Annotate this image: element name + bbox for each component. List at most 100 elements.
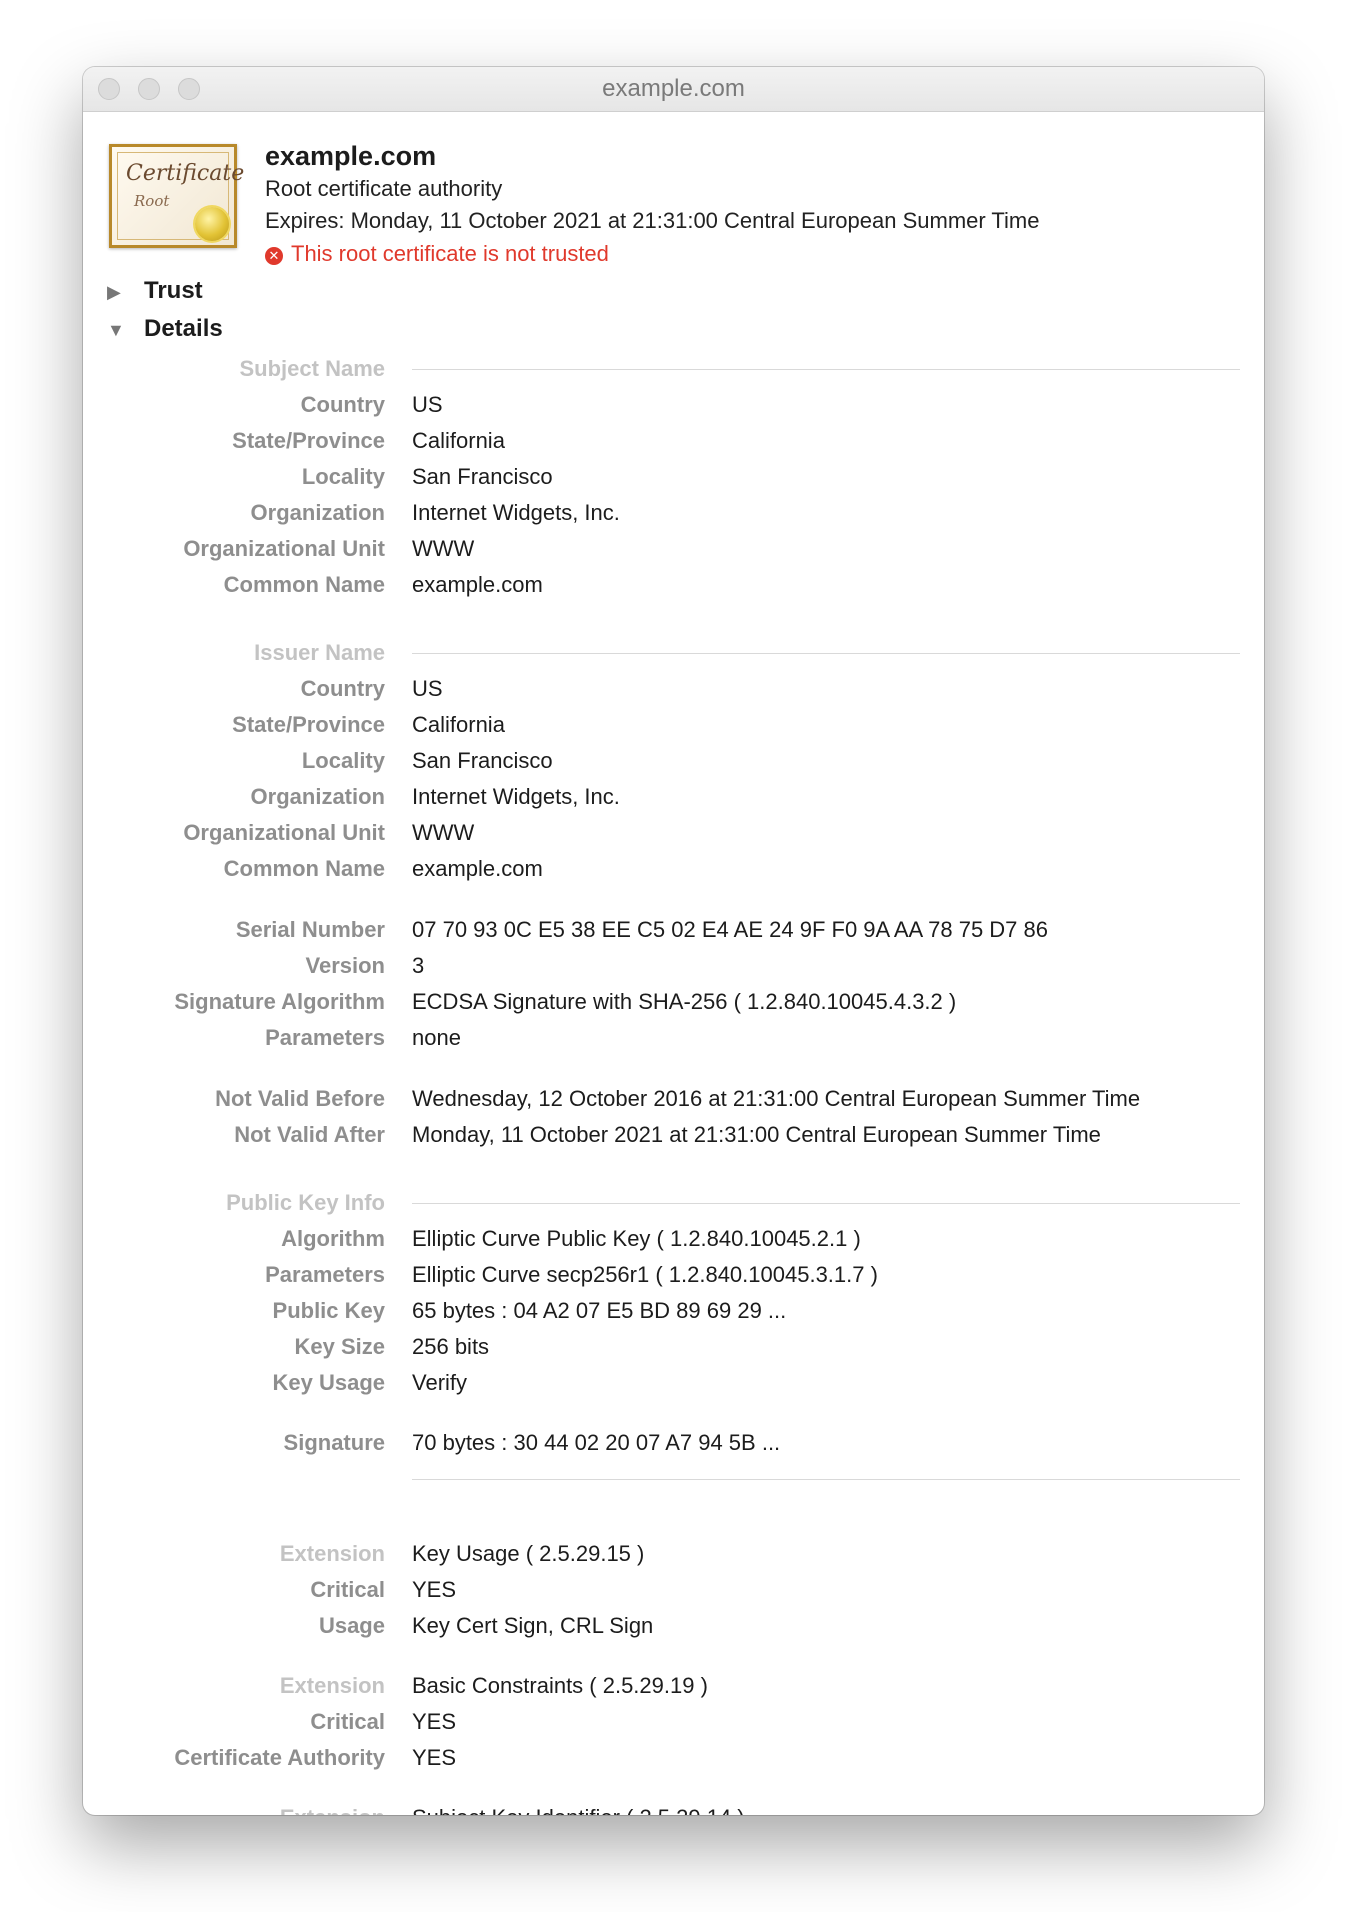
- detail-row: Critical YES: [83, 1575, 1264, 1605]
- detail-value: 07 70 93 0C E5 38 EE C5 02 E4 AE 24 9F F…: [412, 917, 1049, 942]
- detail-value: US: [412, 676, 443, 701]
- title-bar: example.com: [83, 67, 1264, 112]
- detail-value: none: [412, 1025, 461, 1050]
- detail-row: Extension Key Usage ( 2.5.29.15 ): [83, 1539, 1264, 1569]
- detail-label: Key Usage: [272, 1370, 385, 1395]
- detail-row: Signature 70 bytes : 30 44 02 20 07 A7 94…: [83, 1428, 1264, 1458]
- detail-label: State/Province: [232, 428, 385, 453]
- detail-row: State/Province California: [83, 426, 1264, 456]
- certificate-type: Root certificate authority: [265, 176, 503, 201]
- detail-row: Country US: [83, 674, 1264, 704]
- detail-row: Algorithm Elliptic Curve Public Key ( 1.2…: [83, 1224, 1264, 1254]
- error-icon: ✕: [265, 247, 283, 265]
- detail-label: Parameters: [265, 1025, 385, 1050]
- trust-disclosure[interactable]: ▶ Trust: [107, 277, 203, 305]
- section-divider: [412, 653, 1240, 654]
- detail-row: State/Province California: [83, 710, 1264, 740]
- detail-label: Signature: [283, 1430, 385, 1455]
- detail-label: Organizational Unit: [183, 820, 385, 845]
- detail-row: Version 3: [83, 951, 1264, 981]
- trust-label: Trust: [144, 277, 203, 304]
- detail-label: Critical: [310, 1577, 385, 1602]
- divider: [412, 1479, 1240, 1480]
- detail-value: YES: [412, 1577, 457, 1602]
- certificate-expiry: Expires: Monday, 11 October 2021 at 21:3…: [265, 208, 1040, 233]
- detail-row: Parameters none: [83, 1023, 1264, 1053]
- detail-label: Extension: [83, 1803, 385, 1815]
- detail-value: Basic Constraints ( 2.5.29.19 ): [412, 1673, 708, 1698]
- section-header-row: Subject Name: [83, 354, 1264, 384]
- detail-value: WWW: [412, 820, 475, 845]
- detail-row: Locality San Francisco: [83, 462, 1264, 492]
- detail-value: 65 bytes : 04 A2 07 E5 BD 89 69 29 ...: [412, 1298, 787, 1323]
- window-title: example.com: [602, 75, 745, 102]
- detail-label: Serial Number: [235, 917, 385, 942]
- detail-row: Organizational Unit WWW: [83, 818, 1264, 848]
- detail-row: Country US: [83, 390, 1264, 420]
- detail-row: Locality San Francisco: [83, 746, 1264, 776]
- detail-value: San Francisco: [412, 748, 553, 773]
- section-divider: [412, 1203, 1240, 1204]
- detail-value: Internet Widgets, Inc.: [412, 500, 620, 525]
- section-header-row: Public Key Info: [83, 1188, 1264, 1218]
- detail-value: Internet Widgets, Inc.: [412, 784, 620, 809]
- detail-value: Verify: [412, 1370, 468, 1395]
- detail-label: Locality: [301, 748, 385, 773]
- disclosure-expanded-icon: ▼: [107, 320, 125, 340]
- detail-label: Country: [300, 392, 385, 417]
- detail-value: Wednesday, 12 October 2016 at 21:31:00 C…: [412, 1086, 1141, 1111]
- detail-row: Serial Number 07 70 93 0C E5 38 EE C5 02 …: [83, 915, 1264, 945]
- detail-value: Elliptic Curve Public Key ( 1.2.840.1004…: [412, 1226, 861, 1251]
- detail-value: 70 bytes : 30 44 02 20 07 A7 94 5B ...: [412, 1430, 781, 1455]
- detail-value: Key Usage ( 2.5.29.15 ): [412, 1541, 645, 1566]
- detail-row: Signature Algorithm ECDSA Signature with …: [83, 987, 1264, 1017]
- detail-row: Key Usage Verify: [83, 1368, 1264, 1398]
- detail-row: Common Name example.com: [83, 570, 1264, 600]
- detail-row: Certificate Authority YES: [83, 1743, 1264, 1773]
- detail-row: Organization Internet Widgets, Inc.: [83, 782, 1264, 812]
- detail-value: California: [412, 428, 505, 453]
- detail-value: San Francisco: [412, 464, 553, 489]
- detail-row: Not Valid Before Wednesday, 12 October 20…: [83, 1084, 1264, 1114]
- certificate-icon-text: Certificate: [126, 161, 245, 186]
- detail-label: Algorithm: [281, 1226, 385, 1251]
- detail-value: Subject Key Identifier ( 2.5.29.14 ): [412, 1803, 745, 1815]
- detail-label: Extension: [279, 1673, 385, 1698]
- detail-value: YES: [412, 1745, 457, 1770]
- detail-value: Monday, 11 October 2021 at 21:31:00 Cent…: [412, 1122, 1101, 1147]
- detail-label: Not Valid Before: [215, 1086, 385, 1111]
- detail-label: Usage: [318, 1613, 385, 1638]
- detail-label: Parameters: [265, 1262, 385, 1287]
- detail-value: WWW: [412, 536, 475, 561]
- detail-row: Extension Subject Key Identifier ( 2.5.29…: [83, 1803, 1264, 1815]
- detail-label: State/Province: [232, 712, 385, 737]
- detail-label: Critical: [310, 1709, 385, 1734]
- details-label: Details: [144, 315, 223, 342]
- detail-label: Extension: [279, 1541, 385, 1566]
- detail-value: example.com: [412, 856, 543, 881]
- section-divider: [412, 369, 1240, 370]
- section-header-row: Issuer Name: [83, 638, 1264, 668]
- detail-label: Locality: [301, 464, 385, 489]
- details-disclosure[interactable]: ▼ Details: [107, 315, 223, 343]
- detail-row: Organizational Unit WWW: [83, 534, 1264, 564]
- detail-label: Signature Algorithm: [174, 989, 385, 1014]
- detail-row: Common Name example.com: [83, 854, 1264, 884]
- detail-row: Parameters Elliptic Curve secp256r1 ( 1.2…: [83, 1260, 1264, 1290]
- certificate-window: example.com Certificate Root example.com…: [83, 67, 1264, 1815]
- detail-label: Public Key: [272, 1298, 385, 1323]
- detail-value: US: [412, 392, 443, 417]
- divider-row: [83, 1479, 1264, 1509]
- certificate-name: example.com: [265, 141, 437, 171]
- detail-label: Issuer Name: [254, 640, 385, 665]
- detail-label: Organization: [250, 500, 385, 525]
- detail-label: Certificate Authority: [174, 1745, 385, 1770]
- certificate-icon-subtext: Root: [134, 192, 170, 210]
- detail-row: Not Valid After Monday, 11 October 2021 a…: [83, 1120, 1264, 1150]
- detail-value: example.com: [412, 572, 543, 597]
- detail-label: Not Valid After: [234, 1122, 385, 1147]
- detail-row: Public Key 65 bytes : 04 A2 07 E5 BD 89 6…: [83, 1296, 1264, 1326]
- detail-value: Key Cert Sign, CRL Sign: [412, 1613, 654, 1638]
- detail-value: YES: [412, 1709, 457, 1734]
- detail-value: 256 bits: [412, 1334, 490, 1359]
